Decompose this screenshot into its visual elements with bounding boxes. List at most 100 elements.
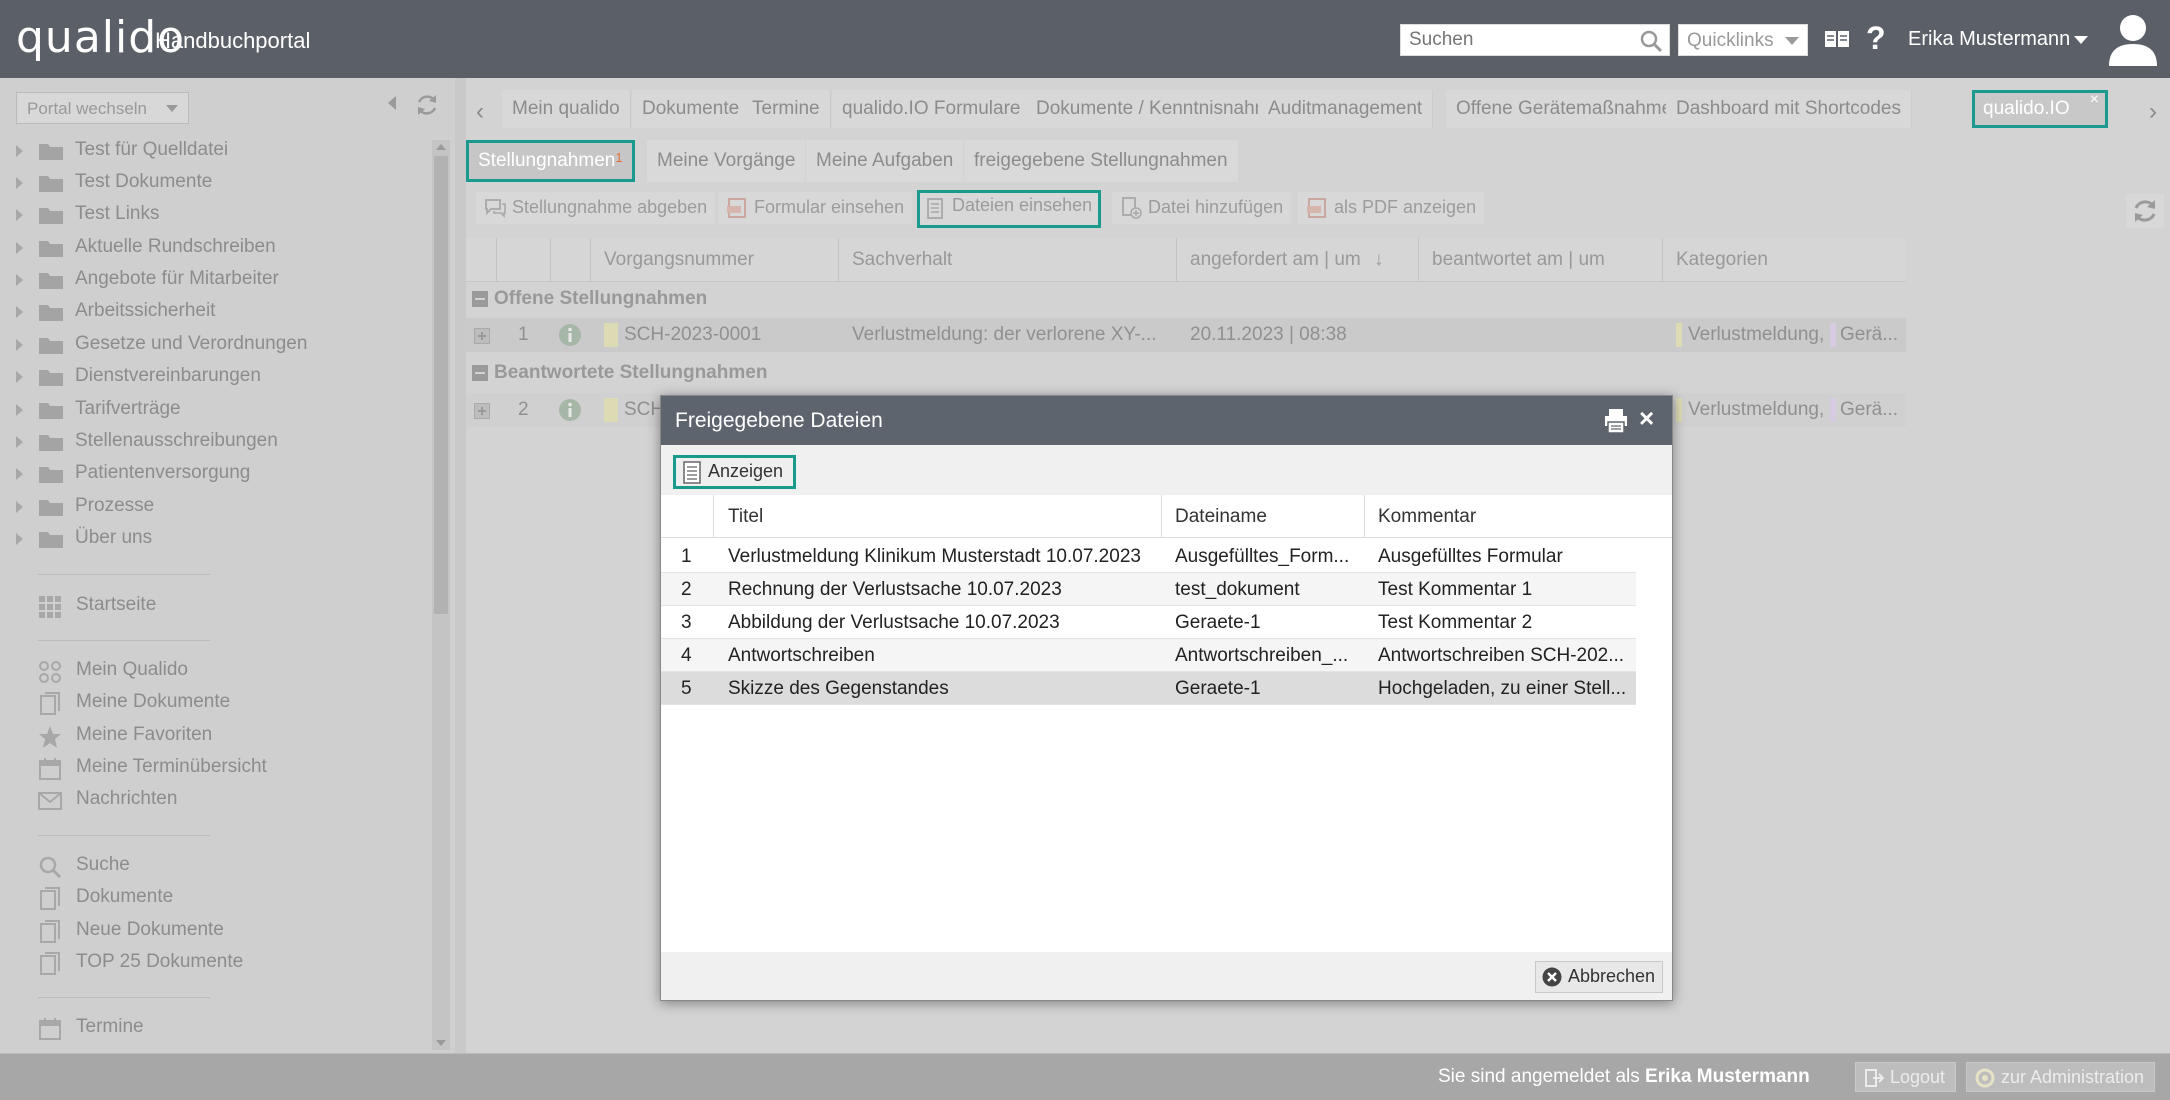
nav-item-startseite[interactable]: Startseite (38, 591, 398, 623)
tab-qualido-io-formulare[interactable]: qualido.IO Formulare (832, 90, 1032, 128)
close-icon[interactable]: × (2090, 91, 2099, 109)
scroll-up-icon[interactable] (436, 144, 446, 150)
tab-qualido-io[interactable]: qualido.IO × (1972, 90, 2108, 128)
scrollbar-thumb[interactable] (434, 156, 448, 614)
search-input[interactable] (1401, 25, 1631, 55)
expand-arrow-icon[interactable] (16, 501, 23, 513)
nav-item-mein-qualido[interactable]: Mein Qualido (38, 656, 398, 688)
expand-arrow-icon[interactable] (16, 339, 23, 351)
close-icon[interactable]: × (1639, 405, 1654, 431)
nav-item-neue-dokumente[interactable]: Neue Dokumente (38, 916, 398, 948)
nav-item-meine-favoriten[interactable]: Meine Favoriten (38, 721, 398, 753)
user-name[interactable]: Erika Mustermann (1908, 28, 2070, 51)
expand-arrow-icon[interactable] (16, 242, 23, 254)
print-xlsx-icon[interactable] (1604, 408, 1628, 434)
view-form-button[interactable]: Formular einsehen (718, 192, 913, 224)
user-menu-chevron-icon[interactable] (2074, 36, 2088, 44)
tab-dashboard-shortcodes[interactable]: Dashboard mit Shortcodes (1666, 90, 1912, 128)
subtab-freigegebene-stellungnahmen[interactable]: freigegebene Stellungnahmen (964, 140, 1238, 182)
expand-arrow-icon[interactable] (16, 145, 23, 157)
collapse-sidebar-icon[interactable] (388, 96, 396, 110)
expand-arrow-icon[interactable] (16, 209, 23, 221)
refresh-icon[interactable] (414, 92, 440, 118)
quicklinks-dropdown[interactable]: Quicklinks (1678, 24, 1808, 56)
tab-dokumente-kenntnisnahme[interactable]: Dokumente / Kenntnisnahme (1026, 90, 1293, 128)
table-row[interactable]: 1 SCH-2023-0001 Verlustmeldung: der verl… (466, 318, 1906, 352)
group-row-offene[interactable]: Offene Stellungnahmen (466, 282, 1906, 316)
tree-item[interactable]: Tarifverträge (16, 395, 416, 427)
file-row[interactable]: 2 Rechnung der Verlustsache 10.07.2023 t… (661, 573, 1636, 606)
file-row[interactable]: 3 Abbildung der Verlustsache 10.07.2023 … (661, 606, 1636, 639)
column-header-angefordert[interactable]: angefordert am | um ↓ (1190, 249, 1384, 271)
nav-item-suche[interactable]: Suche (38, 851, 398, 883)
column-header-sachverhalt[interactable]: Sachverhalt (852, 249, 952, 271)
column-header-kategorien[interactable]: Kategorien (1676, 249, 1768, 271)
administration-button[interactable]: zur Administration (1966, 1062, 2156, 1092)
subtab-meine-vorgaenge[interactable]: Meine Vorgänge (647, 140, 806, 182)
expand-row-icon[interactable] (474, 328, 490, 344)
nav-item-termine[interactable]: Termine (38, 1013, 398, 1045)
tree-item[interactable]: Aktuelle Rundschreiben (16, 233, 416, 265)
sidebar-scrollbar[interactable] (432, 140, 450, 1050)
expand-arrow-icon[interactable] (16, 306, 23, 318)
tree-item[interactable]: Test Dokumente (16, 168, 416, 200)
avatar-icon[interactable] (2106, 12, 2160, 66)
show-pdf-button[interactable]: als PDF anzeigen (1298, 192, 1485, 224)
expand-arrow-icon[interactable] (16, 533, 23, 545)
tab-mein-qualido[interactable]: Mein qualido (502, 90, 631, 128)
tree-item[interactable]: Über uns (16, 524, 416, 556)
nav-item-meine-dokumente[interactable]: Meine Dokumente (38, 688, 398, 720)
expand-arrow-icon[interactable] (16, 177, 23, 189)
help-icon[interactable]: ? (1866, 20, 1886, 57)
info-icon[interactable] (558, 323, 582, 347)
scroll-down-icon[interactable] (436, 1040, 446, 1046)
nav-item-top25-dokumente[interactable]: TOP 25 Dokumente (38, 948, 398, 980)
tabs-prev-icon[interactable]: ‹ (476, 98, 484, 126)
file-row[interactable]: 4 Antwortschreiben Antwortschreiben_... … (661, 639, 1636, 672)
column-header-vorgangsnummer[interactable]: Vorgangsnummer (604, 249, 754, 271)
tree-item[interactable]: Dienstvereinbarungen (16, 362, 416, 394)
tree-item[interactable]: Angebote für Mitarbeiter (16, 265, 416, 297)
column-header-titel[interactable]: Titel (728, 506, 763, 528)
nav-item-dokumente[interactable]: Dokumente (38, 883, 398, 915)
tree-item[interactable]: Test für Quelldatei (16, 136, 416, 168)
column-header-beantwortet[interactable]: beantwortet am | um (1432, 249, 1605, 271)
tab-offene-geraetemassnahmen[interactable]: Offene Gerätemaßnahmen (1446, 90, 1694, 128)
search-icon[interactable] (1639, 29, 1663, 53)
expand-arrow-icon[interactable] (16, 468, 23, 480)
subtab-stellungnahmen[interactable]: Stellungnahmen1 (466, 140, 635, 182)
tree-item[interactable]: Arbeitssicherheit (16, 297, 416, 329)
subtab-meine-aufgaben[interactable]: Meine Aufgaben (806, 140, 964, 182)
add-file-button[interactable]: Datei hinzufügen (1112, 192, 1292, 224)
portal-switch-dropdown[interactable]: Portal wechseln (16, 92, 189, 124)
tree-item[interactable]: Stellenausschreibungen (16, 427, 416, 459)
logout-button[interactable]: Logout (1855, 1062, 1957, 1092)
info-icon[interactable] (558, 398, 582, 422)
tab-dokumente[interactable]: Dokumente (632, 90, 751, 128)
tabs-next-icon[interactable]: › (2149, 98, 2157, 126)
tree-item[interactable]: Gesetze und Verordnungen (16, 330, 416, 362)
show-file-button[interactable]: Anzeigen (673, 455, 797, 489)
expand-arrow-icon[interactable] (16, 371, 23, 383)
expand-row-icon[interactable] (474, 403, 490, 419)
column-header-kommentar[interactable]: Kommentar (1378, 506, 1476, 528)
tab-auditmanagement[interactable]: Auditmanagement (1258, 90, 1434, 128)
book-icon[interactable] (1824, 28, 1850, 50)
submit-statement-button[interactable]: Stellungnahme abgeben (476, 192, 716, 224)
tree-item[interactable]: Test Links (16, 200, 416, 232)
nav-item-nachrichten[interactable]: Nachrichten (38, 785, 398, 817)
collapse-icon[interactable] (472, 291, 488, 307)
expand-arrow-icon[interactable] (16, 404, 23, 416)
nav-item-meine-terminuebersicht[interactable]: Meine Terminübersicht (38, 753, 398, 785)
tree-item[interactable]: Patientenversorgung (16, 459, 416, 491)
group-row-beantwortete[interactable]: Beantwortete Stellungnahmen (466, 356, 1906, 390)
column-header-dateiname[interactable]: Dateiname (1175, 506, 1267, 528)
expand-arrow-icon[interactable] (16, 274, 23, 286)
collapse-icon[interactable] (472, 365, 488, 381)
cancel-button[interactable]: Abbrechen (1535, 961, 1663, 993)
tree-item[interactable]: Prozesse (16, 492, 416, 524)
file-row-selected[interactable]: 5 Skizze des Gegenstandes Geraete-1 Hoch… (661, 672, 1636, 705)
tab-termine[interactable]: Termine (742, 90, 831, 128)
file-row[interactable]: 1 Verlustmeldung Klinikum Musterstadt 10… (661, 540, 1636, 573)
refresh-icon[interactable] (2126, 194, 2164, 228)
